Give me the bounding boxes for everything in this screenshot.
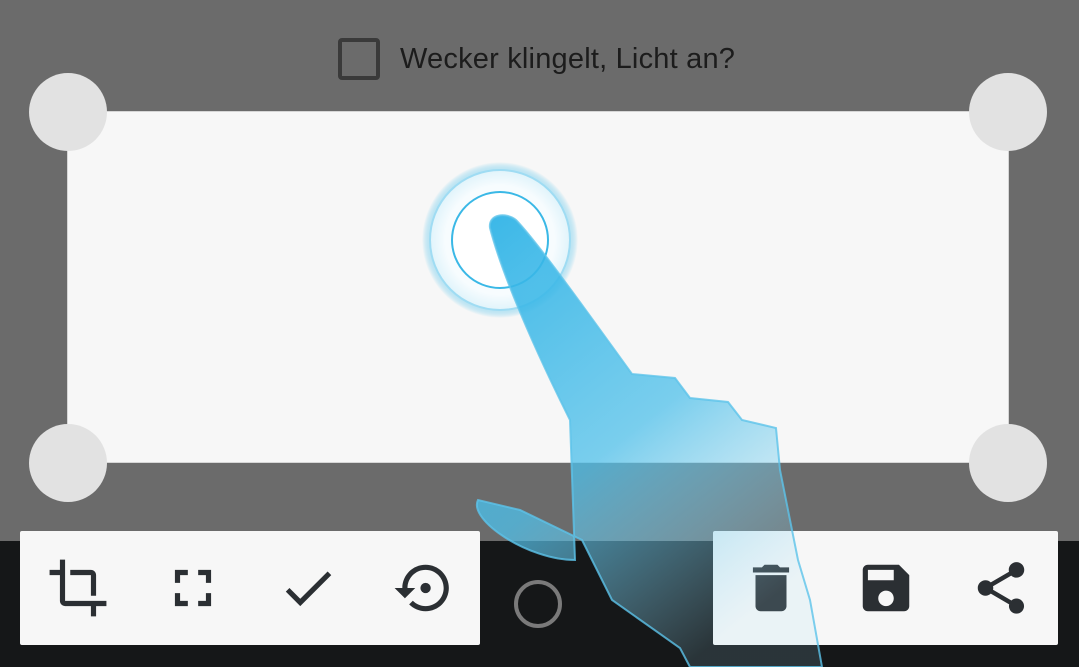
edit-toolbar bbox=[20, 531, 480, 645]
share-button[interactable] bbox=[943, 531, 1058, 645]
save-icon bbox=[862, 564, 909, 612]
file-toolbar bbox=[713, 531, 1058, 645]
crop-handle-bottom-left[interactable] bbox=[29, 424, 107, 502]
alarm-light-label: Wecker klingelt, Licht an? bbox=[400, 42, 736, 75]
restore-button[interactable] bbox=[365, 531, 480, 645]
fullscreen-button[interactable] bbox=[135, 531, 250, 645]
confirm-button[interactable] bbox=[250, 531, 365, 645]
home-button[interactable] bbox=[514, 580, 562, 628]
share-icon bbox=[977, 562, 1024, 614]
crop-icon bbox=[49, 559, 106, 617]
crop-button[interactable] bbox=[20, 531, 135, 645]
crop-handle-bottom-right[interactable] bbox=[969, 424, 1047, 502]
check-icon bbox=[285, 571, 331, 607]
crop-handle-top-right[interactable] bbox=[969, 73, 1047, 151]
delete-button[interactable] bbox=[713, 531, 828, 645]
save-button[interactable] bbox=[828, 531, 943, 645]
alarm-light-checkbox[interactable] bbox=[338, 38, 380, 80]
crop-handle-top-left[interactable] bbox=[29, 73, 107, 151]
alarm-light-option[interactable]: Wecker klingelt, Licht an? bbox=[338, 35, 735, 83]
crop-area[interactable] bbox=[68, 112, 1008, 462]
fullscreen-icon bbox=[174, 569, 211, 607]
restore-icon bbox=[394, 564, 449, 612]
delete-icon bbox=[752, 564, 789, 612]
